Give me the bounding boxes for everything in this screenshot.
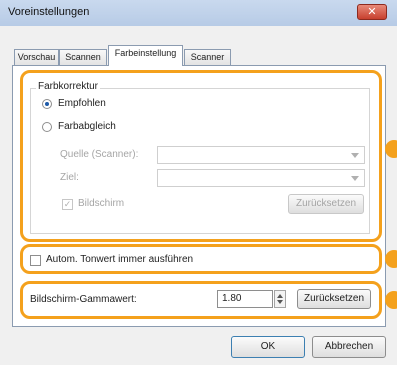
reset-gamma-button[interactable]: Zurücksetzen bbox=[297, 289, 371, 309]
monitor-checkbox[interactable]: ✓ bbox=[62, 199, 73, 210]
radio-recommended[interactable] bbox=[42, 99, 52, 109]
spin-down-icon[interactable] bbox=[277, 300, 283, 304]
auto-tone-label: Autom. Tonwert immer ausführen bbox=[46, 254, 194, 265]
callout-marker-3 bbox=[385, 291, 397, 309]
reset-color-button[interactable]: Zurücksetzen bbox=[288, 194, 364, 214]
callout-marker-2 bbox=[385, 250, 397, 268]
close-button[interactable]: ✕ bbox=[357, 4, 387, 20]
source-label: Quelle (Scanner): bbox=[60, 149, 139, 160]
tab-scannen[interactable]: Scannen bbox=[59, 49, 107, 65]
source-select[interactable] bbox=[157, 146, 365, 164]
color-correction-title: Farbkorrektur bbox=[36, 81, 101, 92]
target-label: Ziel: bbox=[60, 172, 79, 183]
tab-vorschau[interactable]: Vorschau bbox=[14, 49, 59, 65]
cancel-button[interactable]: Abbrechen bbox=[312, 336, 386, 358]
radio-color-matching-label: Farbabgleich bbox=[58, 121, 116, 132]
gamma-label: Bildschirm-Gammawert: bbox=[30, 294, 137, 305]
preferences-dialog: Voreinstellungen ✕ Vorschau Scannen Farb… bbox=[0, 0, 397, 365]
spin-up-icon[interactable] bbox=[277, 294, 283, 298]
gamma-input[interactable]: 1.80 bbox=[217, 290, 273, 308]
auto-tone-checkbox[interactable] bbox=[30, 255, 41, 266]
tab-farbeinstellung[interactable]: Farbeinstellung bbox=[108, 45, 183, 66]
title-bar: Voreinstellungen ✕ bbox=[0, 0, 397, 27]
chevron-down-icon bbox=[351, 176, 359, 181]
window-title: Voreinstellungen bbox=[8, 6, 90, 18]
radio-color-matching[interactable] bbox=[42, 122, 52, 132]
ok-button[interactable]: OK bbox=[231, 336, 305, 358]
monitor-checkbox-label: Bildschirm bbox=[78, 198, 125, 209]
gamma-spinner[interactable] bbox=[274, 290, 286, 308]
callout-marker-1 bbox=[385, 140, 397, 158]
tab-scanner[interactable]: Scanner bbox=[184, 49, 231, 65]
radio-recommended-label: Empfohlen bbox=[58, 98, 106, 109]
chevron-down-icon bbox=[351, 153, 359, 158]
target-select[interactable] bbox=[157, 169, 365, 187]
